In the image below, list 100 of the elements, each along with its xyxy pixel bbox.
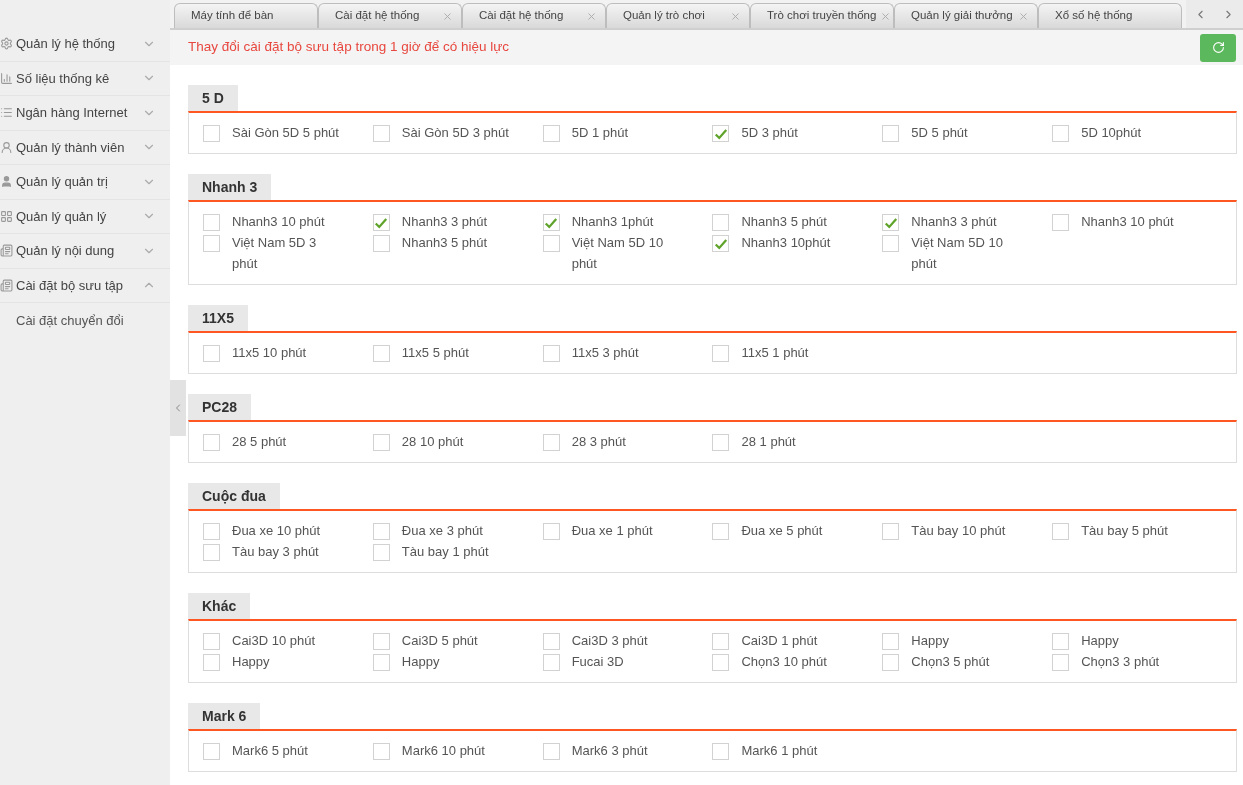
option-label[interactable]: 28 10 phút: [401, 431, 510, 452]
option-label[interactable]: Chọn3 10 phút: [741, 651, 850, 672]
checkbox[interactable]: [542, 125, 560, 142]
option-label[interactable]: Đua xe 10 phút: [232, 520, 340, 541]
checkbox[interactable]: [712, 345, 730, 362]
checkbox[interactable]: [542, 654, 560, 671]
checkbox[interactable]: [372, 345, 390, 362]
option-label[interactable]: Sài Gòn 5D 5 phút: [232, 122, 340, 143]
checkbox[interactable]: [203, 434, 220, 451]
tab[interactable]: Quản lý giải thưởng: [894, 3, 1038, 28]
close-icon[interactable]: [730, 10, 741, 22]
close-icon[interactable]: [1018, 10, 1029, 22]
checkbox[interactable]: [203, 125, 220, 142]
option-label[interactable]: Nhanh3 1phút: [571, 211, 680, 232]
checkbox[interactable]: [712, 743, 730, 760]
close-icon[interactable]: [442, 10, 453, 22]
checkbox[interactable]: [372, 523, 390, 540]
option-label[interactable]: Chọn3 5 phút: [911, 651, 1020, 672]
option-label[interactable]: 28 1 phút: [741, 431, 850, 452]
checkbox[interactable]: [203, 743, 220, 760]
checkbox[interactable]: [1052, 214, 1070, 231]
close-icon[interactable]: [880, 10, 892, 22]
option-label[interactable]: Mark6 3 phút: [571, 740, 680, 761]
checkbox[interactable]: [882, 633, 900, 650]
checkbox[interactable]: [372, 743, 390, 760]
option-label[interactable]: Cai3D 3 phút: [571, 630, 680, 651]
close-icon[interactable]: [586, 10, 597, 22]
sidebar-subitem[interactable]: Cài đặt chuyển đổi: [0, 303, 170, 339]
option-label[interactable]: Nhanh3 10 phút: [1081, 211, 1190, 232]
option-label[interactable]: 11x5 10 phút: [232, 342, 340, 363]
option-label[interactable]: Nhanh3 10 phút: [232, 211, 340, 232]
option-label[interactable]: 5D 10phút: [1081, 122, 1190, 143]
checkbox[interactable]: [203, 654, 220, 671]
option-label[interactable]: Nhanh3 5 phút: [741, 211, 850, 232]
checkbox[interactable]: [372, 633, 390, 650]
option-label[interactable]: Mark6 5 phút: [232, 740, 340, 761]
sidebar-item[interactable]: Ngân hàng Internet: [0, 96, 170, 131]
checkbox[interactable]: [712, 523, 730, 540]
option-label[interactable]: Đua xe 5 phút: [741, 520, 850, 541]
option-label[interactable]: 11x5 1 phút: [741, 342, 850, 363]
checkbox[interactable]: [203, 214, 220, 231]
option-label[interactable]: Nhanh3 5 phút: [401, 232, 510, 253]
option-label[interactable]: Happy: [401, 651, 510, 672]
checkbox[interactable]: [882, 235, 900, 252]
option-label[interactable]: Mark6 1 phút: [741, 740, 850, 761]
option-label[interactable]: Happy: [1081, 630, 1190, 651]
option-label[interactable]: Happy: [911, 630, 1020, 651]
checkbox[interactable]: [712, 235, 730, 252]
checkbox[interactable]: [712, 214, 730, 231]
tab[interactable]: Cài đặt hệ thống: [318, 3, 462, 28]
option-label[interactable]: Việt Nam 5D 10 phút: [911, 232, 1020, 274]
option-label[interactable]: Tàu bay 10 phút: [911, 520, 1020, 541]
checkbox[interactable]: [372, 214, 390, 231]
option-label[interactable]: Tàu bay 1 phút: [401, 541, 510, 562]
checkbox[interactable]: [712, 633, 730, 650]
option-label[interactable]: Chọn3 3 phút: [1081, 651, 1190, 672]
sidebar-item[interactable]: Cài đặt bộ sưu tập: [0, 268, 170, 303]
option-label[interactable]: 11x5 3 phút: [571, 342, 680, 363]
checkbox[interactable]: [203, 633, 220, 650]
option-label[interactable]: Tàu bay 3 phút: [232, 541, 340, 562]
option-label[interactable]: Đua xe 1 phút: [571, 520, 680, 541]
checkbox[interactable]: [882, 125, 900, 142]
option-label[interactable]: Tàu bay 5 phút: [1081, 520, 1190, 541]
checkbox[interactable]: [542, 633, 560, 650]
checkbox[interactable]: [542, 345, 560, 362]
checkbox[interactable]: [882, 214, 900, 231]
checkbox[interactable]: [882, 654, 900, 671]
checkbox[interactable]: [372, 235, 390, 252]
option-label[interactable]: Mark6 10 phút: [401, 740, 510, 761]
checkbox[interactable]: [203, 345, 220, 362]
option-label[interactable]: Việt Nam 5D 10 phút: [571, 232, 680, 274]
collapse-handle[interactable]: [170, 380, 186, 436]
checkbox[interactable]: [1052, 523, 1070, 540]
sidebar-item[interactable]: Quản lý quản trị: [0, 165, 170, 200]
option-label[interactable]: 28 3 phút: [571, 431, 680, 452]
sidebar-item[interactable]: Quản lý nội dung: [0, 234, 170, 269]
checkbox[interactable]: [712, 125, 730, 142]
checkbox[interactable]: [372, 544, 390, 561]
checkbox[interactable]: [712, 654, 730, 671]
option-label[interactable]: Việt Nam 5D 3 phút: [232, 232, 340, 274]
checkbox[interactable]: [542, 523, 560, 540]
option-label[interactable]: Cai3D 5 phút: [401, 630, 510, 651]
option-label[interactable]: Nhanh3 10phút: [741, 232, 850, 253]
checkbox[interactable]: [372, 434, 390, 451]
checkbox[interactable]: [882, 523, 900, 540]
checkbox[interactable]: [542, 214, 560, 231]
option-label[interactable]: 11x5 5 phút: [401, 342, 510, 363]
checkbox[interactable]: [372, 654, 390, 671]
checkbox[interactable]: [1052, 633, 1070, 650]
option-label[interactable]: Cai3D 1 phút: [741, 630, 850, 651]
tab[interactable]: Xổ số hệ thống: [1038, 3, 1182, 28]
checkbox[interactable]: [203, 523, 220, 540]
option-label[interactable]: Đua xe 3 phút: [401, 520, 510, 541]
tab[interactable]: Cài đặt hệ thống: [462, 3, 606, 28]
sidebar-item[interactable]: Quản lý quản lý: [0, 199, 170, 234]
option-label[interactable]: Cai3D 10 phút: [232, 630, 340, 651]
refresh-button[interactable]: [1200, 33, 1236, 62]
checkbox[interactable]: [542, 434, 560, 451]
tab[interactable]: Quản lý trò chơi: [606, 3, 750, 28]
checkbox[interactable]: [712, 434, 730, 451]
